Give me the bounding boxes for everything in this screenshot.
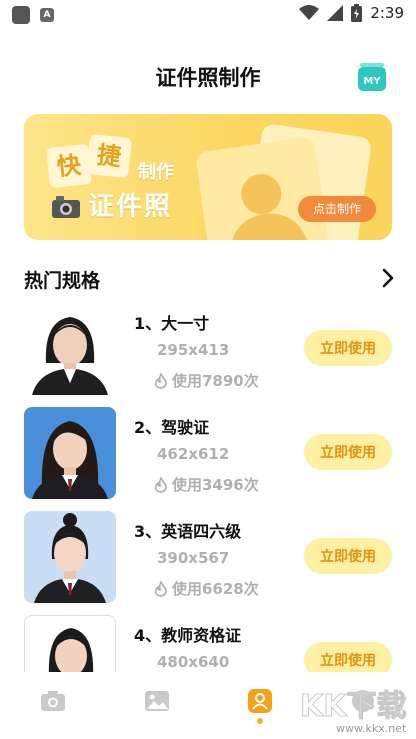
portrait-photo — [24, 407, 116, 499]
list-item[interactable]: 1、大一寸 295x413 使用7890次 立即使用 — [0, 300, 416, 404]
page-title: 证件照制作 — [155, 66, 261, 90]
banner-tile-jie: 捷 — [86, 133, 132, 179]
spec-usage: 使用3496次 — [154, 474, 259, 495]
spec-list: 1、大一寸 295x413 使用7890次 立即使用 2、驾驶证 462x612… — [0, 300, 416, 672]
chevron-right-icon[interactable] — [378, 266, 398, 290]
a-notification-icon: A — [40, 8, 54, 22]
spec-name: 1、大一寸 — [134, 314, 210, 333]
hot-specs-title: 热门规格 — [24, 270, 101, 292]
use-now-button[interactable]: 立即使用 — [304, 330, 392, 366]
list-item[interactable]: 2、驾驶证 462x612 使用3496次 立即使用 — [0, 404, 416, 508]
spec-size: 295x413 — [157, 341, 230, 359]
id-photo-tab-icon[interactable] — [245, 686, 275, 716]
list-item[interactable]: 3、英语四六级 390x567 使用6628次 立即使用 — [0, 508, 416, 612]
my-icon: MY — [358, 63, 386, 91]
click-make-button[interactable]: 点击制作 — [298, 196, 376, 222]
spec-name: 4、教师资格证 — [134, 626, 242, 645]
flame-icon — [154, 580, 167, 597]
list-item[interactable]: 4、教师资格证 480x640 立即使用 — [0, 612, 416, 672]
spec-name: 2、驾驶证 — [134, 418, 210, 437]
portrait-photo — [24, 303, 116, 395]
wifi-icon — [299, 5, 320, 20]
spec-size: 462x612 — [157, 445, 230, 463]
kkx-watermark-logo: KK下载 www.kkx.net — [300, 689, 408, 736]
spec-name: 3、英语四六级 — [134, 522, 242, 541]
portrait-photo — [24, 511, 116, 603]
svg-text:MY: MY — [363, 76, 381, 87]
svg-text:www.kkx.net: www.kkx.net — [336, 722, 407, 735]
active-tab-indicator — [257, 718, 263, 724]
status-bar: A 2:39 — [0, 0, 416, 30]
status-time: 2:39 — [370, 4, 404, 22]
gallery-tab-icon[interactable] — [142, 686, 172, 716]
portrait-photo — [24, 615, 116, 672]
app-notification-icon — [12, 6, 30, 24]
use-now-button[interactable]: 立即使用 — [304, 642, 392, 672]
banner-tile-kuai: 快 — [46, 143, 92, 189]
spec-size: 390x567 — [157, 549, 230, 567]
spec-size: 480x640 — [157, 653, 230, 671]
banner-main-text: 证件照 — [88, 192, 173, 222]
camera-icon — [52, 196, 80, 218]
banner-make-text: 制作 — [138, 162, 174, 183]
spec-usage: 使用6628次 — [154, 578, 259, 599]
battery-icon — [351, 4, 363, 22]
flame-icon — [154, 476, 167, 493]
id-card-decoration — [194, 136, 330, 240]
my-profile-button[interactable]: MY — [356, 61, 388, 93]
svg-text:KK下载: KK下载 — [300, 689, 407, 724]
spec-usage: 使用7890次 — [154, 370, 259, 391]
quick-make-banner[interactable]: 快 捷 制作 证件照 点击制作 — [24, 114, 392, 240]
use-now-button[interactable]: 立即使用 — [304, 538, 392, 574]
use-now-button[interactable]: 立即使用 — [304, 434, 392, 470]
flame-icon — [154, 372, 167, 389]
signal-icon — [327, 5, 344, 21]
camera-tab-icon[interactable] — [38, 686, 68, 716]
